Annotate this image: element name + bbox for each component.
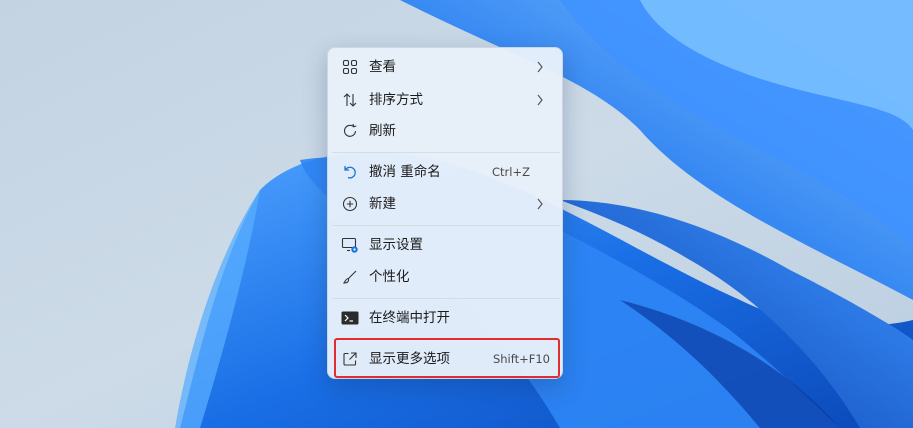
- menu-item-open-in-terminal[interactable]: 在终端中打开: [332, 303, 560, 333]
- menu-item-label: 在终端中打开: [369, 310, 450, 326]
- chevron-right-icon: [537, 61, 543, 73]
- highlight-box: [334, 338, 560, 378]
- menu-item-label: 撤消 重命名: [369, 164, 441, 180]
- menu-separator: [332, 152, 560, 153]
- desktop-context-menu: 查看 排序方式 刷新 撤消 重命名 Ctrl+Z 新建 显示设置 个性化 在终端…: [327, 47, 563, 379]
- menu-item-undo-rename[interactable]: 撤消 重命名 Ctrl+Z: [332, 157, 560, 187]
- menu-item-label: 查看: [369, 59, 396, 75]
- chevron-right-icon: [537, 198, 543, 210]
- sort-icon: [341, 91, 359, 109]
- menu-item-label: 个性化: [369, 269, 410, 285]
- menu-item-new[interactable]: 新建: [332, 189, 560, 219]
- brush-icon: [341, 268, 359, 286]
- menu-item-view[interactable]: 查看: [332, 52, 560, 82]
- menu-item-sort-by[interactable]: 排序方式: [332, 85, 560, 115]
- display-settings-icon: [341, 236, 359, 254]
- menu-item-label: 显示设置: [369, 237, 423, 253]
- terminal-icon: [341, 309, 359, 327]
- menu-item-label: 新建: [369, 196, 396, 212]
- new-plus-icon: [341, 195, 359, 213]
- menu-separator: [332, 298, 560, 299]
- undo-icon: [341, 163, 359, 181]
- menu-item-personalize[interactable]: 个性化: [332, 262, 560, 292]
- refresh-icon: [341, 122, 359, 140]
- menu-item-label: 排序方式: [369, 92, 423, 108]
- menu-item-label: 刷新: [369, 123, 396, 139]
- shortcut-text: Ctrl+Z: [492, 165, 530, 179]
- menu-separator: [332, 225, 560, 226]
- menu-item-refresh[interactable]: 刷新: [332, 116, 560, 146]
- menu-item-display-settings[interactable]: 显示设置: [332, 230, 560, 260]
- chevron-right-icon: [537, 94, 543, 106]
- view-grid-icon: [341, 58, 359, 76]
